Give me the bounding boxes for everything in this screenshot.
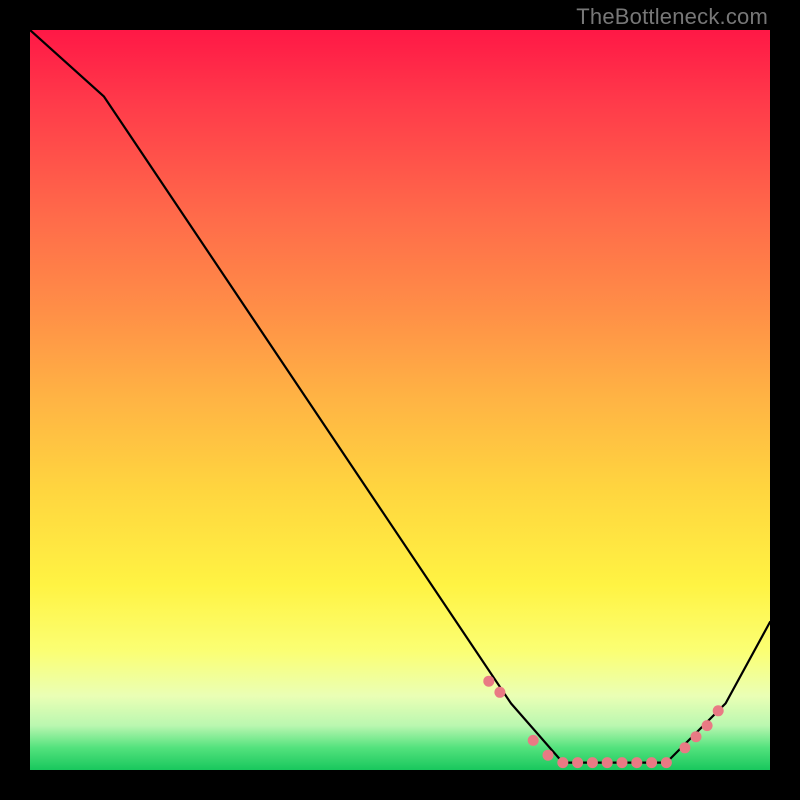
- chart-frame: TheBottleneck.com: [0, 0, 800, 800]
- plot-svg: [30, 30, 770, 770]
- marker-dot: [483, 676, 494, 687]
- marker-dot: [646, 757, 657, 768]
- marker-dot: [543, 750, 554, 761]
- marker-dot: [679, 742, 690, 753]
- marker-dot: [691, 731, 702, 742]
- marker-dot: [557, 757, 568, 768]
- marker-dot: [587, 757, 598, 768]
- marker-dot: [602, 757, 613, 768]
- curve-path-group: [30, 30, 770, 763]
- marker-dot: [494, 687, 505, 698]
- watermark-text: TheBottleneck.com: [576, 4, 768, 30]
- marker-dot: [631, 757, 642, 768]
- marker-dot: [713, 705, 724, 716]
- marker-dot: [528, 735, 539, 746]
- marker-dot: [617, 757, 628, 768]
- marker-dot: [572, 757, 583, 768]
- plot-area: [30, 30, 770, 770]
- marker-group: [483, 676, 723, 768]
- marker-dot: [702, 720, 713, 731]
- marker-dot: [661, 757, 672, 768]
- curve-path: [30, 30, 770, 763]
